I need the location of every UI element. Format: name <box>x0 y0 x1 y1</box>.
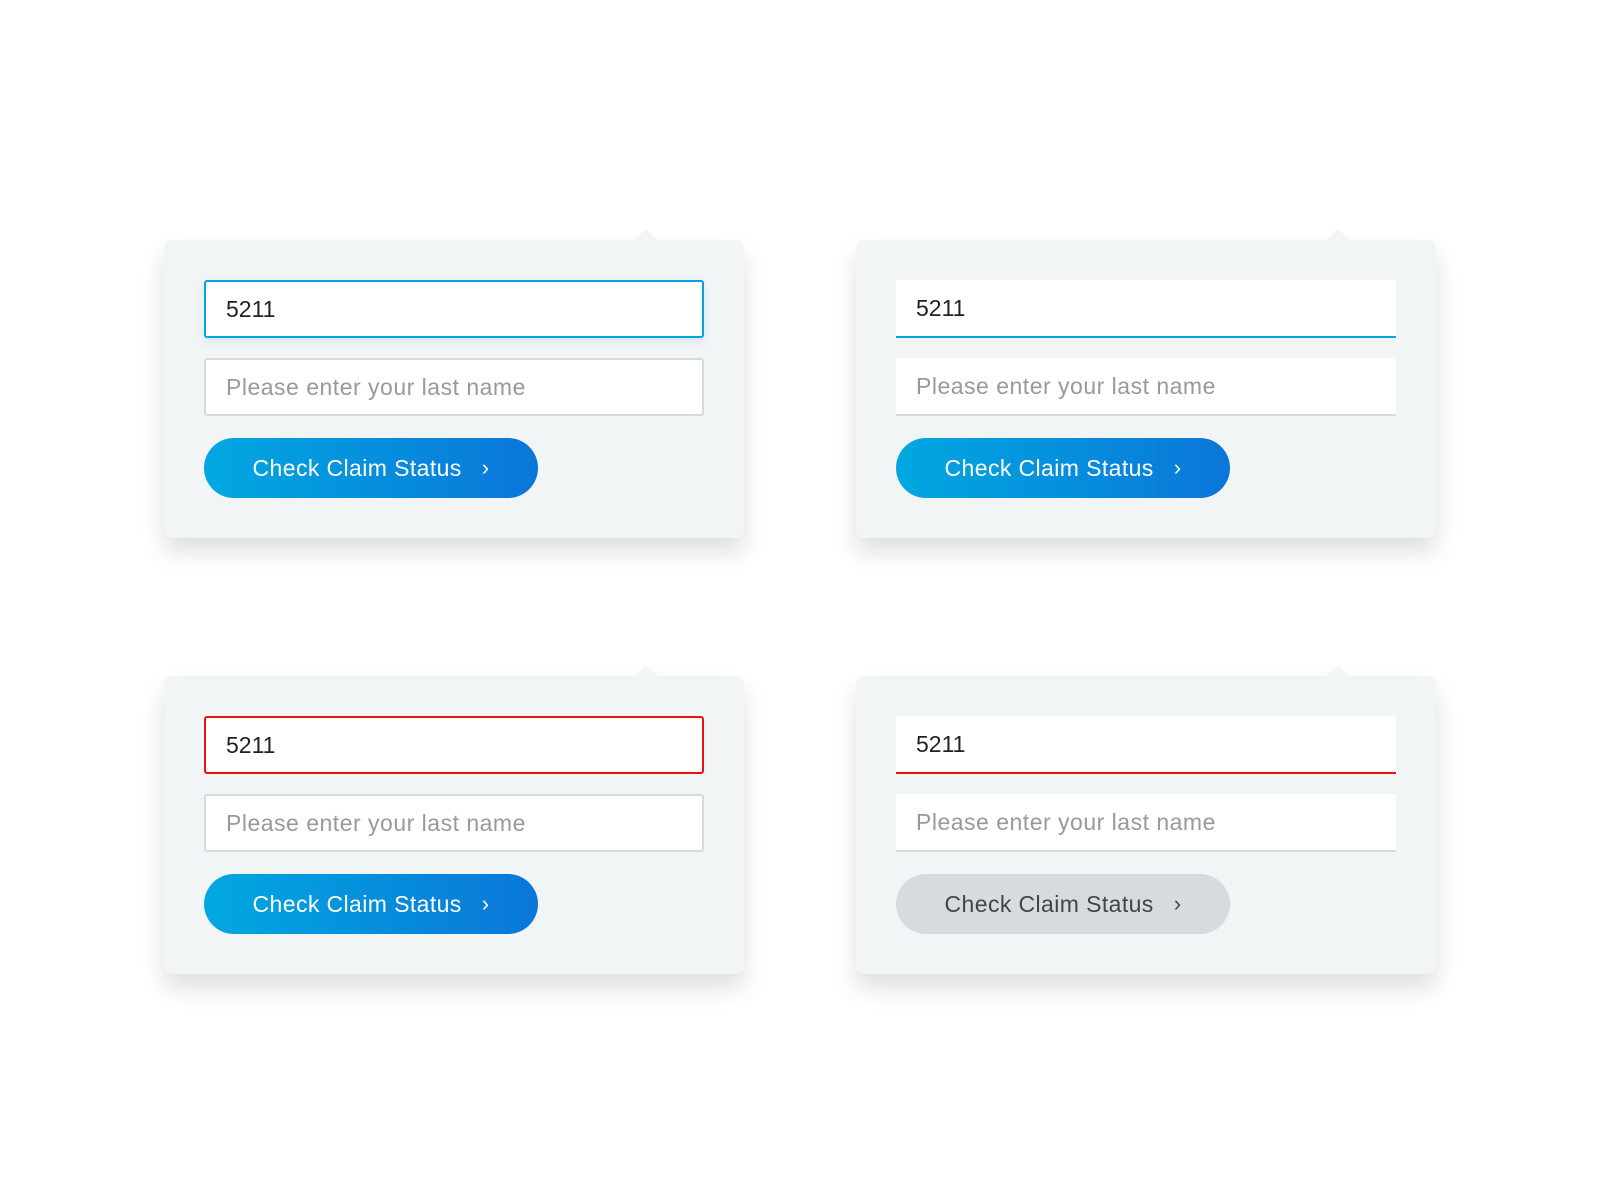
claim-card-boxed-error: 5211 Please enter your last name Check C… <box>164 665 744 974</box>
chevron-right-icon: › <box>481 455 490 480</box>
check-claim-status-button[interactable]: Check Claim Status › <box>204 438 538 498</box>
claim-number-input[interactable]: 5211 <box>204 716 704 774</box>
button-label: Check Claim Status <box>944 454 1154 481</box>
claim-number-input[interactable]: 5211 <box>204 280 704 338</box>
check-claim-status-button[interactable]: Check Claim Status › <box>896 438 1230 498</box>
claim-card-underline-error: 5211 Please enter your last name Check C… <box>856 665 1436 974</box>
last-name-input[interactable]: Please enter your last name <box>204 794 704 852</box>
button-label: Check Claim Status <box>944 890 1154 917</box>
claim-card-underline-focus: 5211 Please enter your last name Check C… <box>856 229 1436 538</box>
claim-number-input[interactable]: 5211 <box>896 280 1396 338</box>
check-claim-status-button[interactable]: Check Claim Status › <box>204 874 538 934</box>
button-label: Check Claim Status <box>252 454 462 481</box>
check-claim-status-button-disabled[interactable]: Check Claim Status › <box>896 874 1230 934</box>
chevron-right-icon: › <box>1173 455 1182 480</box>
last-name-input[interactable]: Please enter your last name <box>896 794 1396 852</box>
last-name-input[interactable]: Please enter your last name <box>204 358 704 416</box>
chevron-right-icon: › <box>1173 891 1182 916</box>
claim-card-boxed-focus: 5211 Please enter your last name Check C… <box>164 229 744 538</box>
last-name-input[interactable]: Please enter your last name <box>896 358 1396 416</box>
chevron-right-icon: › <box>481 891 490 916</box>
claim-number-input[interactable]: 5211 <box>896 716 1396 774</box>
button-label: Check Claim Status <box>252 890 462 917</box>
